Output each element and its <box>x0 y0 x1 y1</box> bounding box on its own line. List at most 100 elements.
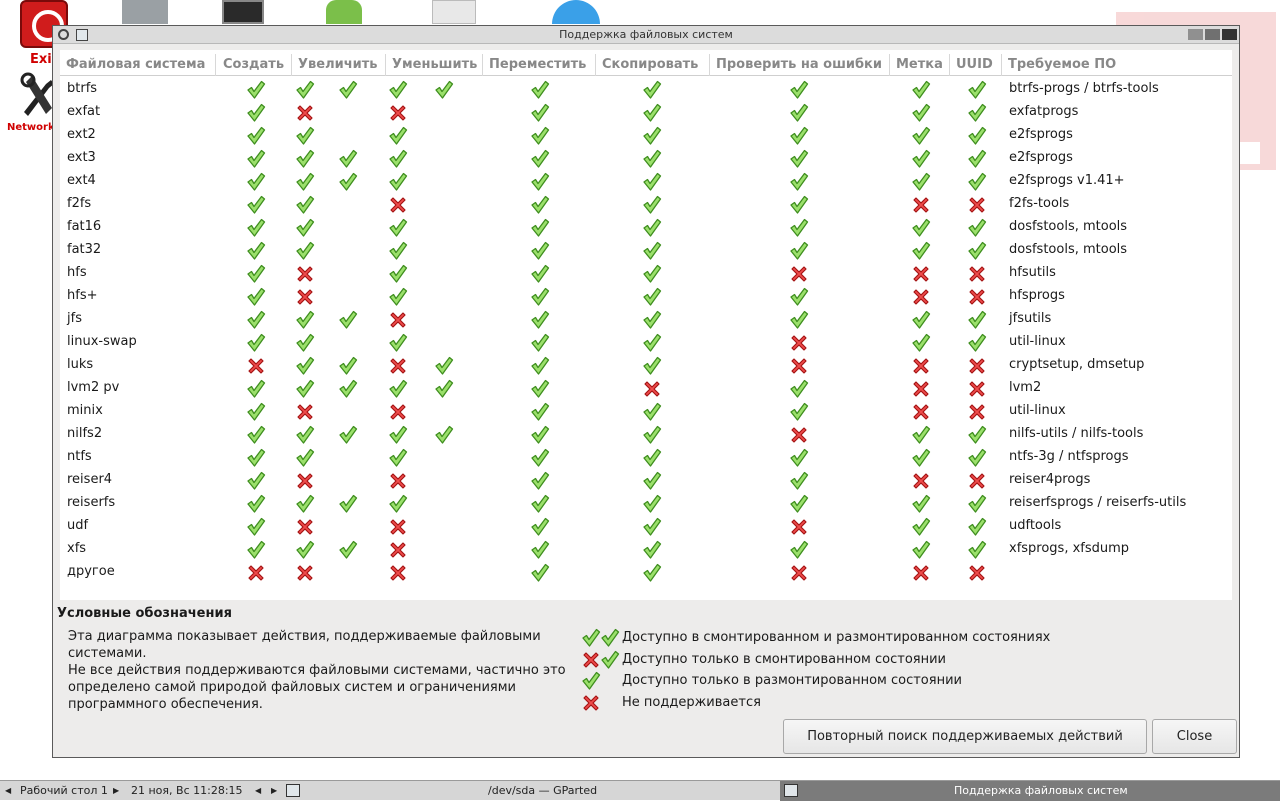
check-icon <box>388 425 408 445</box>
close-button[interactable]: Close <box>1152 719 1237 754</box>
filesystem-table: Файловая система Создать Увеличить Уменьшит… <box>60 50 1232 600</box>
table-row: btrfs btrfs-progs / btrfs-tools <box>60 78 1232 101</box>
minimize-button[interactable] <box>1188 29 1203 40</box>
legend-title: Условные обозначения <box>57 606 232 621</box>
table-row: ntfs ntfs-3g / ntfsprogs <box>60 446 1232 469</box>
column-header-3[interactable]: Уменьшить <box>386 54 483 76</box>
column-header-8[interactable]: UUID <box>950 54 1002 76</box>
legend-item: Доступно только в размонтированном состо… <box>581 671 1101 693</box>
filesystem-name: xfs <box>67 541 87 556</box>
task-next-arrow-icon[interactable]: ▶ <box>271 786 277 795</box>
check-icon <box>434 80 454 100</box>
check-icon <box>295 241 315 261</box>
rescan-button[interactable]: Повторный поиск поддерживаемых действий <box>783 719 1147 754</box>
filesystem-name: f2fs <box>67 196 92 211</box>
filesystem-name: hfs <box>67 265 87 280</box>
check-icon <box>911 80 931 100</box>
desktop-prev-arrow-icon[interactable]: ◀ <box>5 786 11 795</box>
check-icon <box>295 356 315 376</box>
check-icon <box>967 149 987 169</box>
required-software: xfsprogs, xfsdump <box>1009 541 1130 556</box>
cross-icon <box>581 650 601 670</box>
desktop-next-arrow-icon[interactable]: ▶ <box>113 786 119 795</box>
check-icon <box>530 540 550 560</box>
camera-icon[interactable] <box>122 0 168 24</box>
maximize-button[interactable] <box>1205 29 1220 40</box>
check-icon <box>246 172 266 192</box>
title-bar[interactable]: Поддержка файловых систем <box>53 26 1239 44</box>
column-header-1[interactable]: Создать <box>217 54 292 76</box>
cross-icon <box>388 402 408 422</box>
table-row: fat32 dosfstools, mtools <box>60 239 1232 262</box>
window-title: Поддержка файловых систем <box>559 28 733 41</box>
check-icon <box>246 241 266 261</box>
check-icon <box>789 80 809 100</box>
check-icon <box>642 80 662 100</box>
check-icon <box>642 264 662 284</box>
check-icon <box>789 103 809 123</box>
required-software: f2fs-tools <box>1009 196 1070 211</box>
required-software: exfatprogs <box>1009 104 1079 119</box>
cross-icon <box>911 195 931 215</box>
column-header-4[interactable]: Переместить <box>483 54 596 76</box>
legend-list: Доступно в смонтированном и размонтирова… <box>581 628 1101 714</box>
check-icon <box>789 241 809 261</box>
filesystem-support-dialog: Поддержка файловых систем Файловая систе… <box>52 25 1240 758</box>
cross-icon <box>388 563 408 583</box>
check-icon <box>789 172 809 192</box>
cross-icon <box>295 402 315 422</box>
task-prev-arrow-icon[interactable]: ◀ <box>255 786 261 795</box>
check-icon <box>246 80 266 100</box>
check-icon <box>295 172 315 192</box>
check-icon <box>967 333 987 353</box>
cross-icon <box>967 471 987 491</box>
check-icon <box>295 218 315 238</box>
table-row: f2fs f2fs-tools <box>60 193 1232 216</box>
check-icon <box>388 149 408 169</box>
check-icon <box>246 402 266 422</box>
check-icon <box>789 448 809 468</box>
column-header-2[interactable]: Увеличить <box>292 54 386 76</box>
check-icon <box>530 241 550 261</box>
table-row: nilfs2 nilfs-utils / nilfs-tools <box>60 423 1232 446</box>
cross-icon <box>388 195 408 215</box>
cross-icon <box>388 310 408 330</box>
legend-label: Не поддерживается <box>622 694 761 710</box>
check-icon <box>246 126 266 146</box>
cross-icon <box>967 287 987 307</box>
check-icon <box>246 218 266 238</box>
filesystem-name: reiser4 <box>67 472 113 487</box>
check-icon <box>642 195 662 215</box>
column-header-0[interactable]: Файловая система <box>60 54 216 76</box>
desktop-name[interactable]: Рабочий стол 1 <box>20 784 108 797</box>
document-icon[interactable] <box>432 0 476 24</box>
column-header-6[interactable]: Проверить на ошибки <box>710 54 890 76</box>
check-icon <box>642 172 662 192</box>
check-icon <box>295 379 315 399</box>
check-icon <box>246 310 266 330</box>
check-icon <box>295 195 315 215</box>
table-row: exfat exfatprogs <box>60 101 1232 124</box>
disk-chart-icon[interactable] <box>326 0 362 24</box>
cross-icon <box>295 103 315 123</box>
check-icon <box>434 379 454 399</box>
gparted-task-title[interactable]: /dev/sda — GParted <box>488 784 597 797</box>
gparted-task-icon[interactable] <box>286 784 300 797</box>
table-row: luks cryptsetup, dmsetup <box>60 354 1232 377</box>
column-header-9[interactable]: Требуемое ПО <box>1002 54 1232 76</box>
table-row: reiser4 reiser4progs <box>60 469 1232 492</box>
globe-icon[interactable] <box>552 0 600 24</box>
required-software: jfsutils <box>1009 311 1052 326</box>
check-icon <box>530 103 550 123</box>
cross-icon <box>789 333 809 353</box>
check-icon <box>246 333 266 353</box>
monitor-icon[interactable] <box>222 0 264 24</box>
filesystem-name: minix <box>67 403 103 418</box>
table-row: xfs xfsprogs, xfsdump <box>60 538 1232 561</box>
column-header-7[interactable]: Метка <box>890 54 950 76</box>
active-task[interactable]: Поддержка файловых систем <box>780 781 1280 801</box>
check-icon <box>789 126 809 146</box>
check-icon <box>246 103 266 123</box>
column-header-5[interactable]: Скопировать <box>596 54 710 76</box>
close-window-button[interactable] <box>1222 29 1237 40</box>
